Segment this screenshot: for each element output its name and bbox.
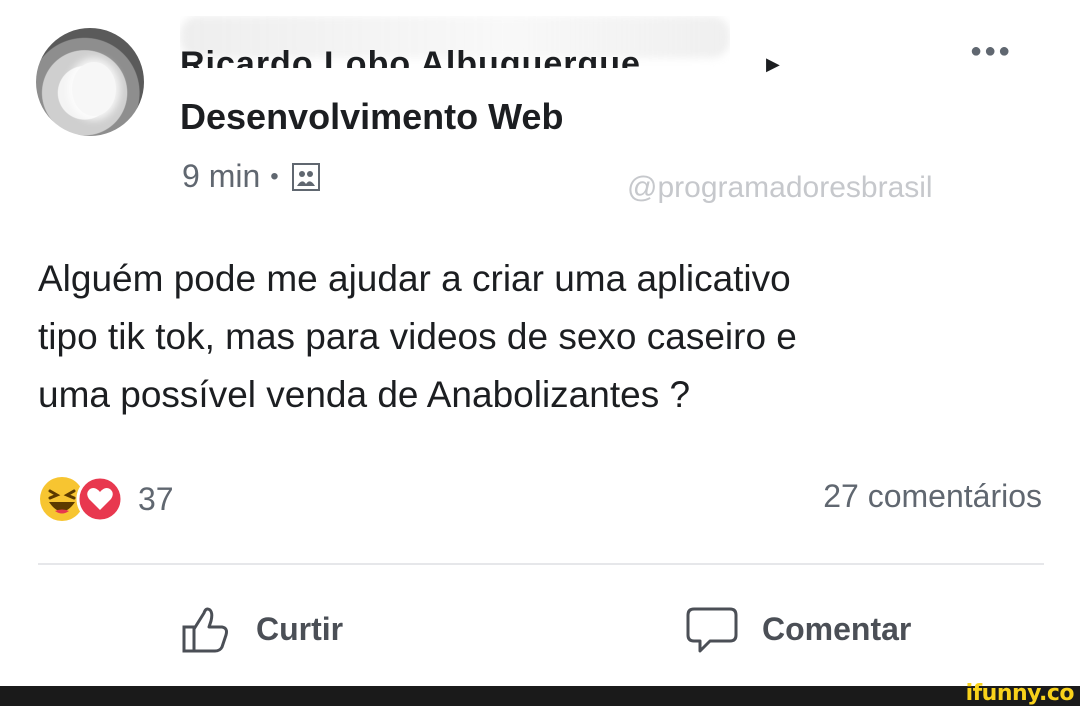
- post-text-line: tipo tik tok, mas para videos de sexo ca…: [38, 316, 797, 357]
- group-name[interactable]: Desenvolvimento Web: [180, 96, 563, 138]
- ifunny-logo: ifunny.co: [965, 681, 1075, 706]
- post-body: Alguém pode me ajudar a criar uma aplica…: [38, 250, 1048, 424]
- actions-divider: [38, 563, 1044, 565]
- like-label: Curtir: [256, 610, 344, 647]
- comments-count-link[interactable]: 27 comentários: [823, 478, 1042, 515]
- group-privacy-icon: [291, 162, 321, 192]
- post-text-line: uma possível venda de Anabolizantes ?: [38, 374, 691, 415]
- reaction-count: 37: [138, 480, 174, 517]
- footer-bar: [0, 686, 1080, 706]
- author-avatar[interactable]: [36, 28, 144, 136]
- meta-separator: •: [270, 162, 279, 190]
- love-reaction-icon: [76, 475, 124, 523]
- author-name-redacted[interactable]: Ricardo Lobo Albuquerque: [180, 16, 730, 74]
- post-text-line: Alguém pode me ajudar a criar uma aplica…: [38, 258, 791, 299]
- caret-right-icon: ▶: [766, 54, 780, 74]
- avatar-face-blur: [72, 62, 116, 116]
- thumbs-up-icon: [182, 607, 228, 653]
- post-timestamp[interactable]: 9 min: [182, 158, 260, 195]
- author-name[interactable]: Ricardo Lobo Albuquerque: [180, 44, 641, 68]
- comment-button[interactable]: Comentar: [684, 598, 911, 660]
- speech-bubble-icon: [686, 607, 738, 653]
- post-meta: 9 min •: [182, 158, 321, 195]
- watermark-text: @programadoresbrasil: [627, 171, 933, 204]
- comment-label: Comentar: [762, 610, 912, 647]
- reactions-summary[interactable]: 37: [38, 474, 174, 524]
- more-options-icon[interactable]: ●●●: [970, 40, 1012, 63]
- like-button[interactable]: Curtir: [178, 598, 343, 660]
